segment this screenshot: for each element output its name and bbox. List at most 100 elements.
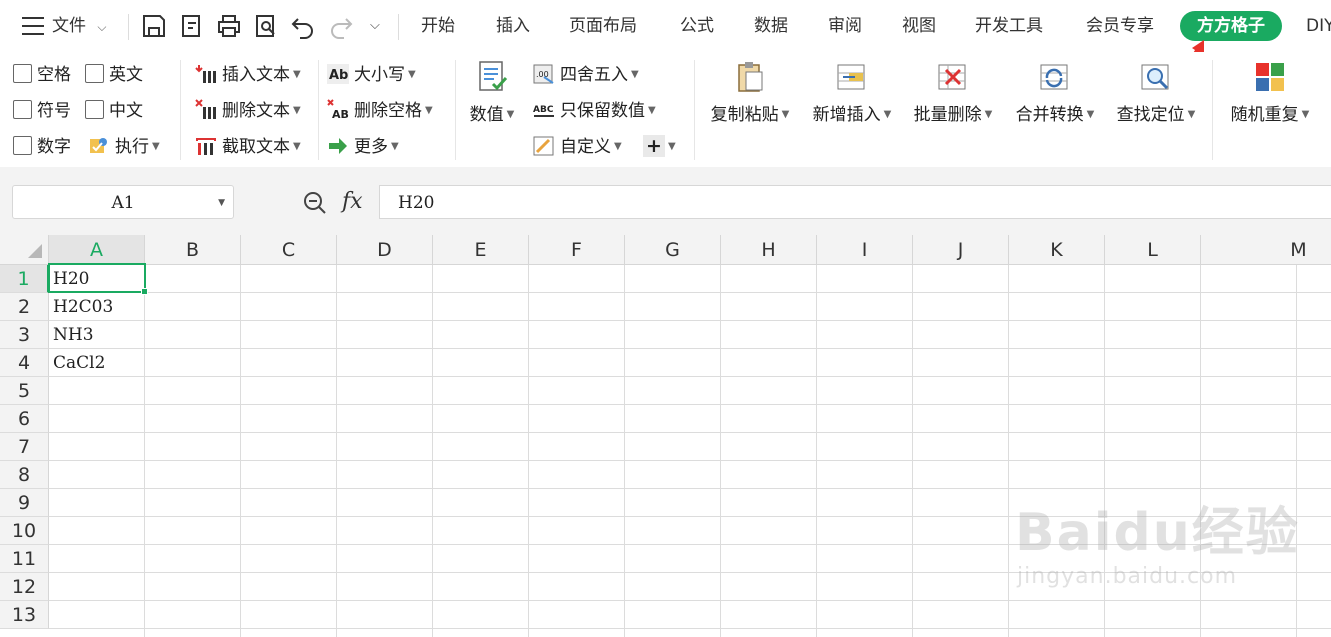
tab-developer[interactable]: 开发工具 xyxy=(975,0,1043,52)
checkbox-english[interactable]: 英文 xyxy=(85,62,143,88)
dropdown-arrow-icon: ▼ xyxy=(506,109,515,120)
custom-button[interactable]: 自定义 ▼ xyxy=(533,134,622,160)
tab-home[interactable]: 开始 xyxy=(421,0,455,52)
checkbox-chinese[interactable]: 中文 xyxy=(85,98,143,124)
row-header-3[interactable]: 3 xyxy=(0,321,49,349)
print-preview-icon[interactable] xyxy=(253,13,279,39)
insert-text-label: 插入文本 xyxy=(222,65,290,85)
checkbox-space[interactable]: 空格 xyxy=(13,62,71,88)
dropdown-arrow-icon: ▼ xyxy=(984,109,993,120)
checkbox-space-label: 空格 xyxy=(37,65,71,85)
cut-text-button[interactable]: 截取文本 ▼ xyxy=(195,134,301,160)
case-button[interactable]: Ab 大小写 ▼ xyxy=(327,62,416,88)
column-header-I[interactable]: I xyxy=(817,235,913,265)
dropdown-arrow-icon: ▼ xyxy=(391,141,399,152)
tab-view[interactable]: 视图 xyxy=(902,0,936,52)
tab-review[interactable]: 审阅 xyxy=(828,0,862,52)
save-icon[interactable] xyxy=(141,13,167,39)
name-box[interactable]: A1 ▼ xyxy=(12,185,234,219)
column-header-F[interactable]: F xyxy=(529,235,625,265)
customize-quick-access-icon[interactable]: ⌵ xyxy=(370,0,380,52)
numeric-button[interactable]: 数值 ▼ xyxy=(464,60,520,125)
row-header-11[interactable]: 11 xyxy=(0,545,49,573)
delete-space-icon: AB xyxy=(327,99,349,121)
row-header-2[interactable]: 2 xyxy=(0,293,49,321)
row-header-1[interactable]: 1 xyxy=(0,265,49,293)
zoom-icon[interactable] xyxy=(302,190,328,216)
column-header-H[interactable]: H xyxy=(721,235,817,265)
formula-input[interactable]: H20 xyxy=(379,185,1331,219)
row-header-7[interactable]: 7 xyxy=(0,433,49,461)
hamburger-menu-icon[interactable] xyxy=(22,17,44,35)
tab-insert[interactable]: 插入 xyxy=(496,0,530,52)
column-header-D[interactable]: D xyxy=(337,235,433,265)
column-header-E[interactable]: E xyxy=(433,235,529,265)
select-all-corner[interactable] xyxy=(0,235,49,265)
more-button[interactable]: 更多 ▼ xyxy=(327,134,399,160)
cell-A3[interactable]: NH3 xyxy=(49,321,145,349)
redo-icon[interactable] xyxy=(328,13,354,39)
add-insert-button[interactable]: 新增插入 ▼ xyxy=(805,60,899,125)
delete-text-button[interactable]: 删除文本 ▼ xyxy=(195,98,301,124)
column-header-M[interactable]: M xyxy=(1201,235,1331,265)
dropdown-arrow-icon: ▼ xyxy=(883,109,892,120)
row-header-5[interactable]: 5 xyxy=(0,377,49,405)
chevron-down-icon[interactable]: ▼ xyxy=(218,186,225,220)
cell-A4[interactable]: CaCl2 xyxy=(49,349,145,377)
more-label: 更多 xyxy=(354,137,388,157)
tab-member[interactable]: 会员专享 xyxy=(1086,0,1154,52)
add-button[interactable]: + ▼ xyxy=(643,134,676,160)
merge-convert-button[interactable]: 合并转换 ▼ xyxy=(1008,60,1102,125)
copy-paste-button[interactable]: 复制粘贴 ▼ xyxy=(703,60,797,125)
insert-text-button[interactable]: 插入文本 ▼ xyxy=(195,62,301,88)
tab-data[interactable]: 数据 xyxy=(754,0,788,52)
dropdown-arrow-icon: ▼ xyxy=(1086,109,1095,120)
cell-A2[interactable]: H2C03 xyxy=(49,293,145,321)
custom-label: 自定义 xyxy=(560,137,611,157)
undo-icon[interactable] xyxy=(290,13,316,39)
execute-button[interactable]: 执行 ▼ xyxy=(88,134,160,160)
batch-delete-button[interactable]: 批量删除 ▼ xyxy=(906,60,1000,125)
keep-numeric-button[interactable]: ABC 只保留数值 ▼ xyxy=(533,98,656,124)
row-header-9[interactable]: 9 xyxy=(0,489,49,517)
case-icon: Ab xyxy=(327,64,349,84)
file-menu[interactable]: 文件 ⌵ xyxy=(52,0,107,52)
row-header-6[interactable]: 6 xyxy=(0,405,49,433)
column-header-C[interactable]: C xyxy=(241,235,337,265)
insert-text-icon xyxy=(195,65,216,83)
round-label: 四舍五入 xyxy=(560,65,628,85)
cut-text-icon xyxy=(196,138,216,155)
column-header-G[interactable]: G xyxy=(625,235,721,265)
plus-icon: + xyxy=(643,135,665,157)
name-box-value: A1 xyxy=(111,193,135,213)
find-locate-button[interactable]: 查找定位 ▼ xyxy=(1109,60,1203,125)
column-header-L[interactable]: L xyxy=(1105,235,1201,265)
row-header-13[interactable]: 13 xyxy=(0,601,49,629)
dropdown-arrow-icon: ▼ xyxy=(293,141,301,152)
print-icon[interactable] xyxy=(216,13,242,39)
fx-button[interactable]: fx xyxy=(342,189,363,214)
random-repeat-button[interactable]: 随机重复 ▼ xyxy=(1222,60,1318,125)
export-pdf-icon[interactable] xyxy=(179,13,205,39)
round-button[interactable]: .00 四舍五入 ▼ xyxy=(533,62,639,88)
row-header-12[interactable]: 12 xyxy=(0,573,49,601)
clipboard-icon xyxy=(738,62,763,92)
column-header-B[interactable]: B xyxy=(145,235,241,265)
svg-text:ABC: ABC xyxy=(533,105,554,115)
tab-diy[interactable]: DIY xyxy=(1306,0,1331,52)
tab-formulas[interactable]: 公式 xyxy=(680,0,714,52)
row-header-4[interactable]: 4 xyxy=(0,349,49,377)
delete-text-icon xyxy=(195,99,216,119)
column-header-A[interactable]: A xyxy=(49,235,145,265)
checkbox-symbol[interactable]: 符号 xyxy=(13,98,71,124)
case-label: 大小写 xyxy=(354,65,405,85)
checkbox-number[interactable]: 数字 xyxy=(13,134,71,160)
tab-page-layout[interactable]: 页面布局 xyxy=(569,0,637,52)
divider xyxy=(694,60,695,160)
row-header-8[interactable]: 8 xyxy=(0,461,49,489)
column-header-K[interactable]: K xyxy=(1009,235,1105,265)
delete-space-button[interactable]: AB 删除空格 ▼ xyxy=(327,98,433,124)
column-header-J[interactable]: J xyxy=(913,235,1009,265)
row-header-10[interactable]: 10 xyxy=(0,517,49,545)
spreadsheet-grid[interactable]: A B C D E F G H I J K L M 1 2 3 4 5 6 7 8 9 10 11 12 13 H20 H2C03 NH… xyxy=(0,235,1331,637)
